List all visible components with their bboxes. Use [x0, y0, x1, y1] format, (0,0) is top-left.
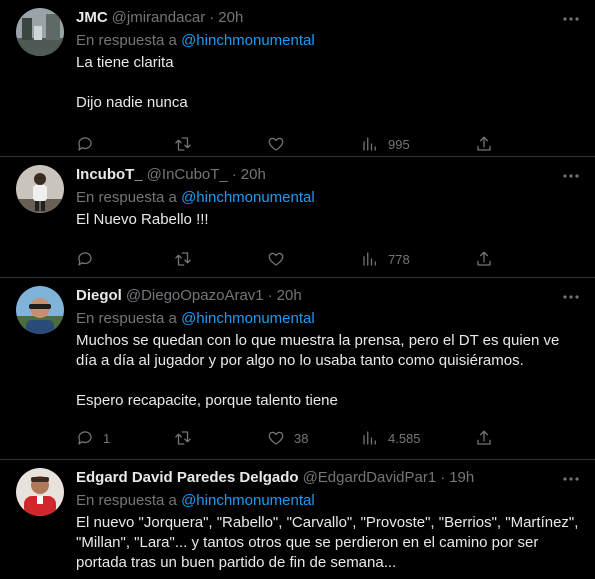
tweet-text: La tiene clarita Dijo nadie nunca: [76, 54, 188, 111]
share-button[interactable]: [475, 429, 505, 447]
more-options-button[interactable]: [561, 288, 581, 306]
display-name[interactable]: Diegol: [76, 286, 122, 306]
tweet-text: El Nuevo Rabello !!!: [76, 211, 209, 228]
avatar-column: [16, 157, 64, 277]
like-button[interactable]: 38: [267, 429, 361, 447]
avatar[interactable]: [16, 286, 64, 334]
tweet-content: Edgard David Paredes Delgado @EdgardDavi…: [76, 460, 579, 579]
tweet-header: Edgard David Paredes Delgado @EdgardDavi…: [76, 468, 579, 488]
separator-dot: ·: [231, 166, 237, 183]
timestamp[interactable]: 19h: [449, 468, 474, 488]
display-name[interactable]: Edgard David Paredes Delgado: [76, 468, 299, 488]
views-button[interactable]: 778: [361, 250, 475, 268]
avatar-column: [16, 460, 64, 579]
views-icon: [363, 137, 376, 151]
view-count: 995: [388, 136, 410, 152]
reply-feed: JMC @jmirandacar · 20h En respuesta a @h…: [0, 0, 595, 579]
views-icon: [363, 252, 376, 266]
avatar[interactable]: [16, 468, 64, 516]
retweet-icon: [175, 252, 191, 266]
user-handle[interactable]: @jmirandacar: [112, 8, 206, 28]
reply-prefix: En respuesta a: [76, 310, 182, 327]
more-icon: [563, 174, 579, 178]
tweet-header: Diegol @DiegoOpazoArav1 · 20h: [76, 286, 579, 306]
retweet-icon: [175, 431, 191, 445]
more-icon: [563, 295, 579, 299]
reply-prefix: En respuesta a: [76, 189, 182, 206]
user-handle[interactable]: @EdgardDavidPar1: [303, 468, 437, 488]
heart-icon: [268, 431, 284, 445]
like-button[interactable]: [267, 135, 361, 153]
view-count: 778: [388, 251, 410, 267]
retweet-button[interactable]: [174, 135, 267, 153]
display-name[interactable]: IncuboT_: [76, 165, 143, 185]
heart-icon: [268, 137, 284, 151]
share-button[interactable]: [475, 135, 505, 153]
more-icon: [563, 477, 579, 481]
mention-link[interactable]: @hinchmonumental: [181, 492, 315, 509]
reply-count: 1: [103, 430, 111, 446]
reply-context: En respuesta a @hinchmonumental: [76, 188, 579, 208]
more-options-button[interactable]: [561, 10, 581, 28]
action-bar: 995: [76, 127, 579, 161]
view-count: 4.585: [388, 430, 421, 446]
tweet[interactable]: JMC @jmirandacar · 20h En respuesta a @h…: [0, 0, 595, 157]
reply-context: En respuesta a @hinchmonumental: [76, 491, 579, 511]
user-handle[interactable]: @InCuboT_: [147, 165, 228, 185]
separator-dot: ·: [267, 287, 273, 304]
mention-link[interactable]: @hinchmonumental: [181, 189, 315, 206]
tweet-text: Muchos se quedan con lo que muestra la p…: [76, 332, 560, 409]
tweet-content: Diegol @DiegoOpazoArav1 · 20h En respues…: [76, 278, 579, 459]
tweet-content: IncuboT_ @InCuboT_ · 20h En respuesta a …: [76, 157, 579, 277]
reply-prefix: En respuesta a: [76, 492, 182, 509]
share-button[interactable]: [475, 250, 505, 268]
avatar-column: [16, 278, 64, 459]
separator-dot: ·: [440, 469, 446, 486]
reply-button[interactable]: [76, 250, 174, 268]
heart-icon: [268, 252, 284, 266]
timestamp[interactable]: 20h: [277, 286, 302, 306]
tweet-header: IncuboT_ @InCuboT_ · 20h: [76, 165, 579, 185]
like-button[interactable]: [267, 250, 361, 268]
views-icon: [363, 431, 376, 445]
avatar[interactable]: [16, 165, 64, 213]
action-bar: 778: [76, 242, 579, 276]
user-handle[interactable]: @DiegoOpazoArav1: [126, 286, 264, 306]
reply-context: En respuesta a @hinchmonumental: [76, 31, 579, 51]
separator-dot: ·: [209, 9, 215, 26]
avatar[interactable]: [16, 8, 64, 56]
retweet-button[interactable]: [174, 429, 267, 447]
action-bar: 1 38 4.585: [76, 421, 579, 455]
more-options-button[interactable]: [561, 167, 581, 185]
share-icon: [477, 430, 491, 445]
views-button[interactable]: 995: [361, 135, 475, 153]
retweet-icon: [175, 137, 191, 151]
timestamp[interactable]: 20h: [218, 8, 243, 28]
like-count: 38: [294, 430, 309, 446]
tweet[interactable]: Diegol @DiegoOpazoArav1 · 20h En respues…: [0, 278, 595, 460]
mention-link[interactable]: @hinchmonumental: [181, 32, 315, 49]
reply-icon: [78, 137, 92, 151]
more-icon: [563, 17, 579, 21]
avatar-column: [16, 0, 64, 156]
views-button[interactable]: 4.585: [361, 429, 475, 447]
reply-icon: [78, 431, 92, 445]
reply-prefix: En respuesta a: [76, 32, 182, 49]
share-icon: [477, 136, 491, 151]
tweet-text: El nuevo "Jorquera", "Rabello", "Carvall…: [76, 514, 579, 571]
share-icon: [477, 251, 491, 266]
retweet-button[interactable]: [174, 250, 267, 268]
timestamp[interactable]: 20h: [241, 165, 266, 185]
tweet-header: JMC @jmirandacar · 20h: [76, 8, 579, 28]
tweet[interactable]: IncuboT_ @InCuboT_ · 20h En respuesta a …: [0, 157, 595, 278]
tweet[interactable]: Edgard David Paredes Delgado @EdgardDavi…: [0, 460, 595, 579]
reply-button[interactable]: 1: [76, 429, 174, 447]
reply-icon: [78, 252, 92, 266]
tweet-content: JMC @jmirandacar · 20h En respuesta a @h…: [76, 0, 579, 156]
mention-link[interactable]: @hinchmonumental: [181, 310, 315, 327]
reply-button[interactable]: [76, 135, 174, 153]
display-name[interactable]: JMC: [76, 8, 108, 28]
more-options-button[interactable]: [561, 470, 581, 488]
reply-context: En respuesta a @hinchmonumental: [76, 309, 579, 329]
